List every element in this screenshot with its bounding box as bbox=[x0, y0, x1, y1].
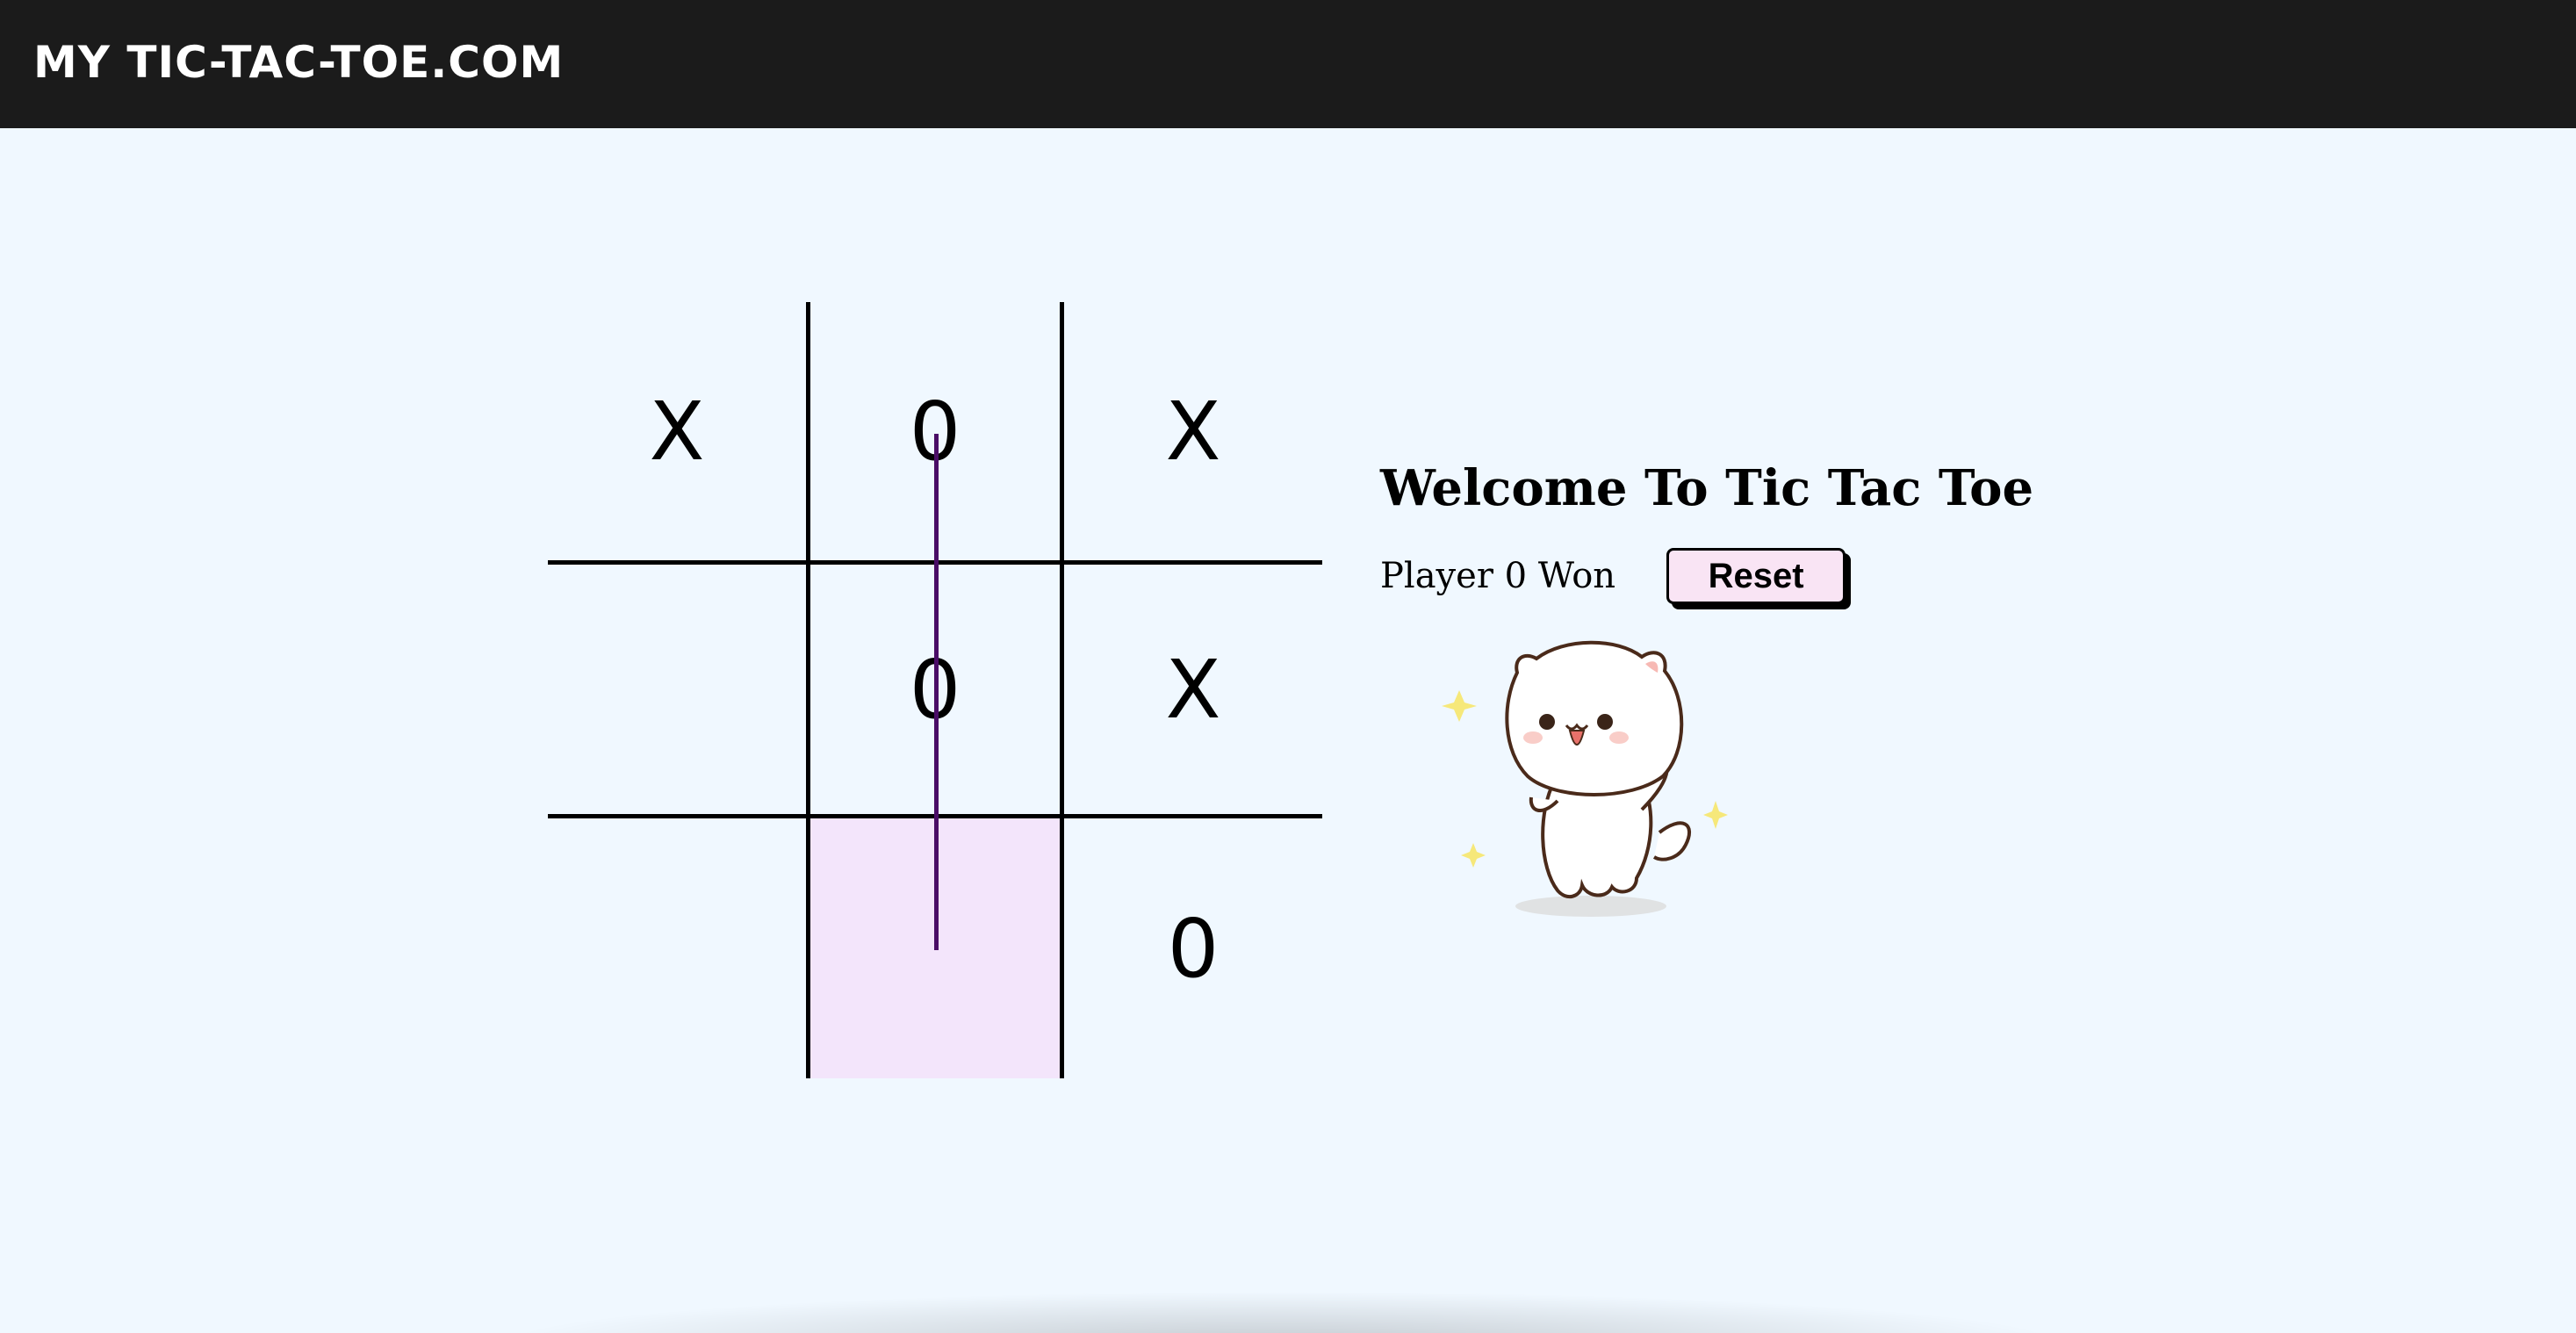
board-cell-4[interactable] bbox=[548, 560, 806, 818]
board-cell-5[interactable]: 0 bbox=[806, 560, 1064, 818]
bottom-shadow bbox=[492, 1291, 2072, 1333]
info-panel: Welcome To Tic Tac Toe Player 0 Won Rese… bbox=[1380, 451, 2034, 604]
page: MY TIC-TAC-TOE.COM X 0 X 0 X 0 Welcome T… bbox=[0, 0, 2576, 1333]
reset-button[interactable]: Reset bbox=[1666, 548, 1846, 604]
board-cell-8[interactable] bbox=[806, 818, 1064, 1078]
welcome-title: Welcome To Tic Tac Toe bbox=[1380, 459, 2034, 517]
game-board: X 0 X 0 X 0 bbox=[548, 302, 1322, 1078]
board-cell-1[interactable]: X bbox=[548, 302, 806, 560]
board-cell-9[interactable]: 0 bbox=[1064, 818, 1322, 1078]
board-cell-6[interactable]: X bbox=[1064, 560, 1322, 818]
board-cell-3[interactable]: X bbox=[1064, 302, 1322, 560]
navbar: MY TIC-TAC-TOE.COM bbox=[0, 0, 2576, 128]
board-cell-2[interactable]: 0 bbox=[806, 302, 1064, 560]
dancing-cat-icon bbox=[1442, 640, 1728, 917]
game-status: Player 0 Won bbox=[1380, 556, 1616, 596]
status-row: Player 0 Won Reset bbox=[1380, 548, 1846, 604]
brand-title[interactable]: MY TIC-TAC-TOE.COM bbox=[33, 32, 564, 93]
board-cell-7[interactable] bbox=[548, 818, 806, 1078]
